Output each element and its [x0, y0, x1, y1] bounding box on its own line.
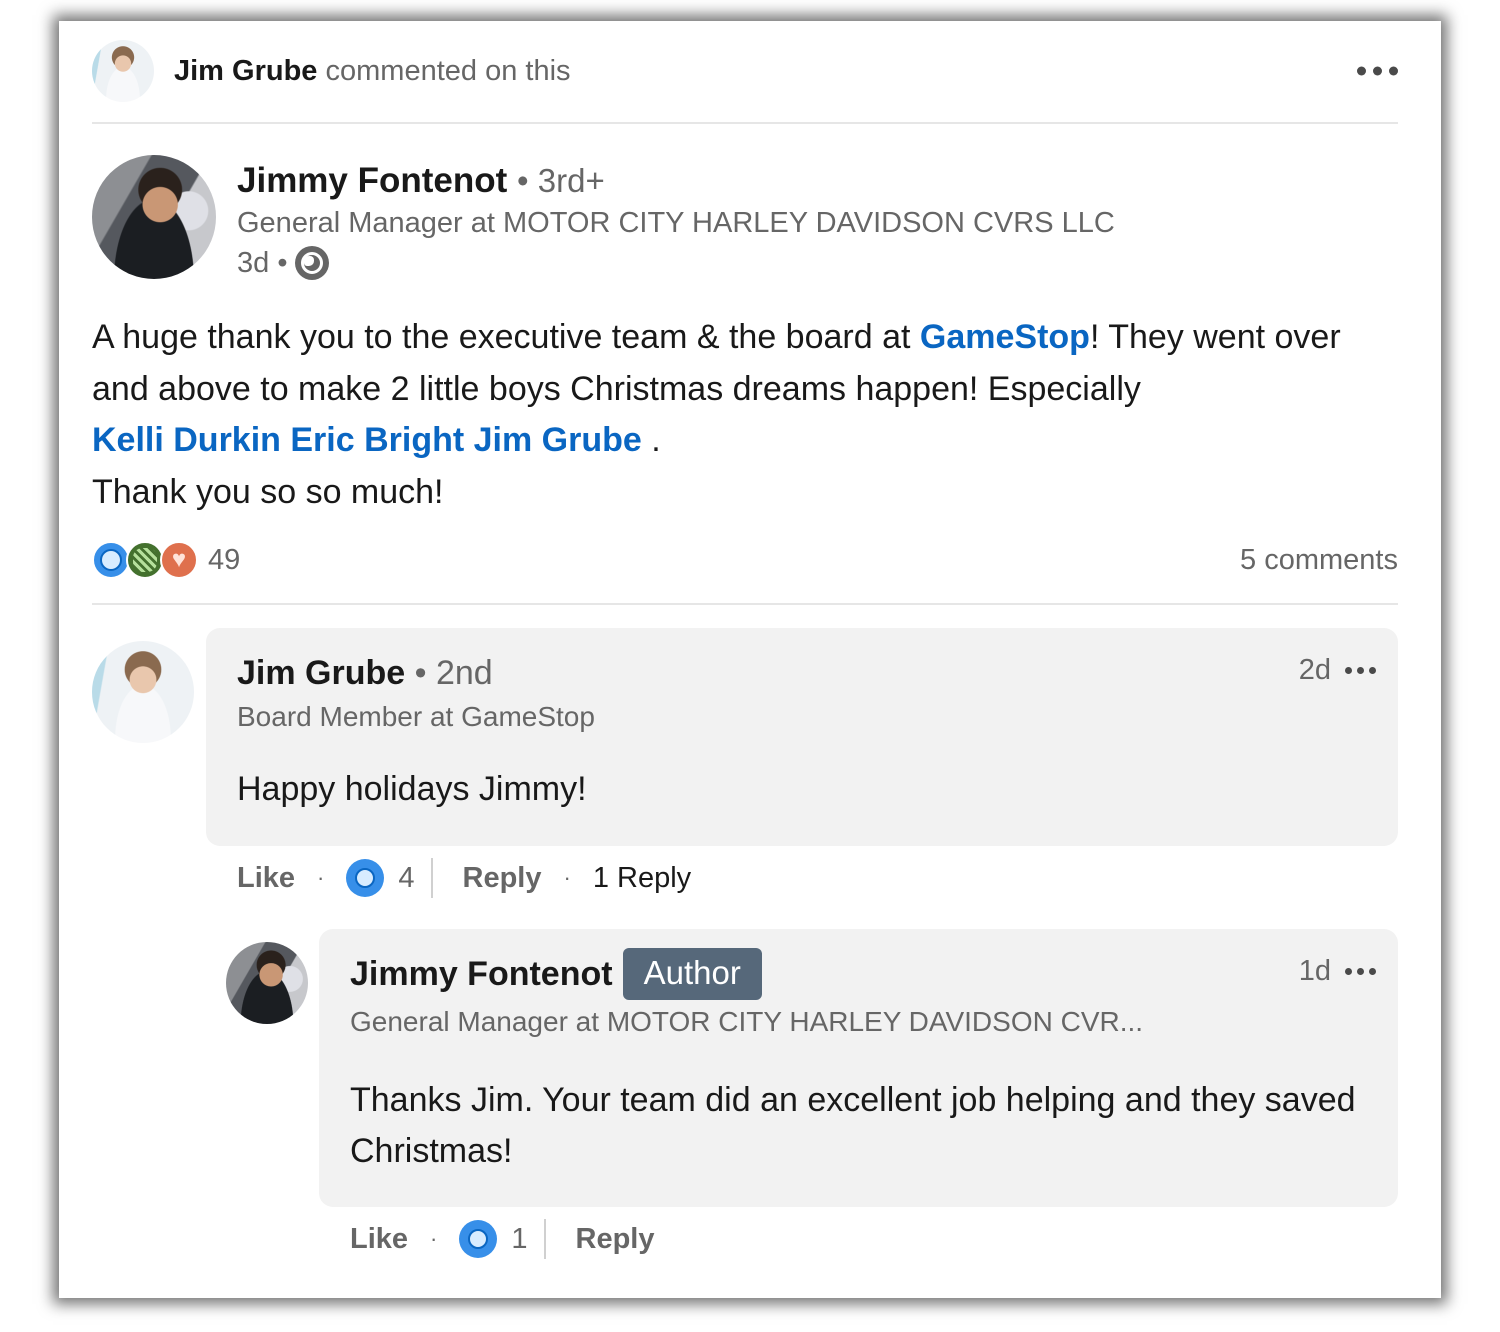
comment-meta: 2d	[1299, 654, 1376, 687]
post-text-part3: .	[641, 421, 661, 459]
reply-time: 1d	[1298, 955, 1331, 987]
comment-actions: Like · 4 Reply · 1 Reply	[237, 856, 691, 900]
reply-avatar[interactable]	[226, 942, 308, 1024]
comment-avatar[interactable]	[92, 641, 194, 743]
reaction-count[interactable]: 49	[208, 544, 240, 577]
mention-people[interactable]: Kelli Durkin Eric Bright Jim Grube	[92, 421, 642, 459]
post-text-last: Thank you so so much!	[92, 472, 444, 511]
feed-card: Jim Grube commented on this Jimmy Fonten…	[59, 21, 1441, 1298]
post-author-meta: Jimmy Fontenot • 3rd+ General Manager at…	[237, 161, 1115, 280]
post-author-name[interactable]: Jimmy Fontenot	[237, 161, 507, 200]
celebrate-reaction-icon	[126, 541, 164, 579]
context-text: Jim Grube commented on this	[174, 55, 571, 88]
post-author-headline: General Manager at MOTOR CITY HARLEY DAV…	[237, 207, 1115, 239]
reply-author-headline: General Manager at MOTOR CITY HARLEY DAV…	[350, 1006, 1144, 1037]
comment-like-count[interactable]: 4	[398, 862, 414, 895]
mention-gamestop[interactable]: GameStop	[920, 318, 1090, 356]
comment-author-headline: Board Member at GameStop	[237, 701, 595, 732]
reply-options-icon[interactable]	[1345, 968, 1376, 975]
comment-reply-button[interactable]: Reply	[463, 862, 542, 895]
reply-actions: Like · 1 Reply	[350, 1217, 654, 1261]
post-text-part1: A huge thank you to the executive team &…	[92, 318, 920, 356]
comment-like-button[interactable]: Like	[237, 862, 295, 895]
context-action: commented on this	[325, 54, 571, 87]
comment-options-icon[interactable]	[1345, 667, 1376, 674]
reply-text: Thanks Jim. Your team did an excellent j…	[350, 1081, 1356, 1170]
social-counts: ♥ 49 5 comments	[92, 538, 1398, 582]
comment-text: Happy holidays Jimmy!	[237, 770, 587, 808]
author-badge: Author	[622, 948, 762, 1000]
more-options-icon[interactable]	[1357, 66, 1398, 76]
action-separator	[543, 1219, 546, 1259]
comment-time: 2d	[1298, 654, 1331, 686]
post-author-avatar[interactable]	[92, 155, 216, 279]
reply-like-button[interactable]: Like	[350, 1223, 408, 1256]
like-reaction-icon	[92, 541, 130, 579]
reactions-divider	[92, 603, 1398, 605]
action-separator	[430, 858, 433, 898]
reaction-icons[interactable]: ♥	[92, 541, 198, 579]
comment-author-degree: • 2nd	[414, 654, 493, 692]
comment-replies-link[interactable]: 1 Reply	[593, 862, 691, 895]
reply-meta: 1d	[1299, 955, 1376, 988]
globe-icon	[295, 246, 330, 280]
like-icon[interactable]	[346, 859, 385, 897]
context-avatar[interactable]	[92, 40, 154, 102]
like-icon[interactable]	[459, 1220, 498, 1258]
reply-bubble: Jimmy Fontenot Author General Manager at …	[319, 929, 1398, 1207]
post-body: A huge thank you to the executive team &…	[92, 312, 1398, 518]
reply-like-count[interactable]: 1	[511, 1223, 527, 1256]
comment-bubble: Jim Grube • 2nd Board Member at GameStop…	[206, 628, 1398, 846]
post-header: Jimmy Fontenot • 3rd+ General Manager at…	[92, 155, 1398, 280]
context-header: Jim Grube commented on this	[92, 40, 1398, 102]
reply-reply-button[interactable]: Reply	[576, 1223, 655, 1256]
comment-author-name[interactable]: Jim Grube	[237, 654, 405, 692]
love-reaction-icon: ♥	[160, 541, 198, 579]
reply-author-name[interactable]: Jimmy Fontenot	[350, 955, 613, 993]
card-content: Jim Grube commented on this Jimmy Fonten…	[92, 21, 1398, 1298]
comment-count[interactable]: 5 comments	[1240, 544, 1398, 577]
header-divider	[92, 122, 1398, 124]
context-actor[interactable]: Jim Grube	[174, 55, 317, 87]
post-author-degree: • 3rd+	[517, 162, 605, 199]
post-time: 3d •	[237, 246, 288, 279]
